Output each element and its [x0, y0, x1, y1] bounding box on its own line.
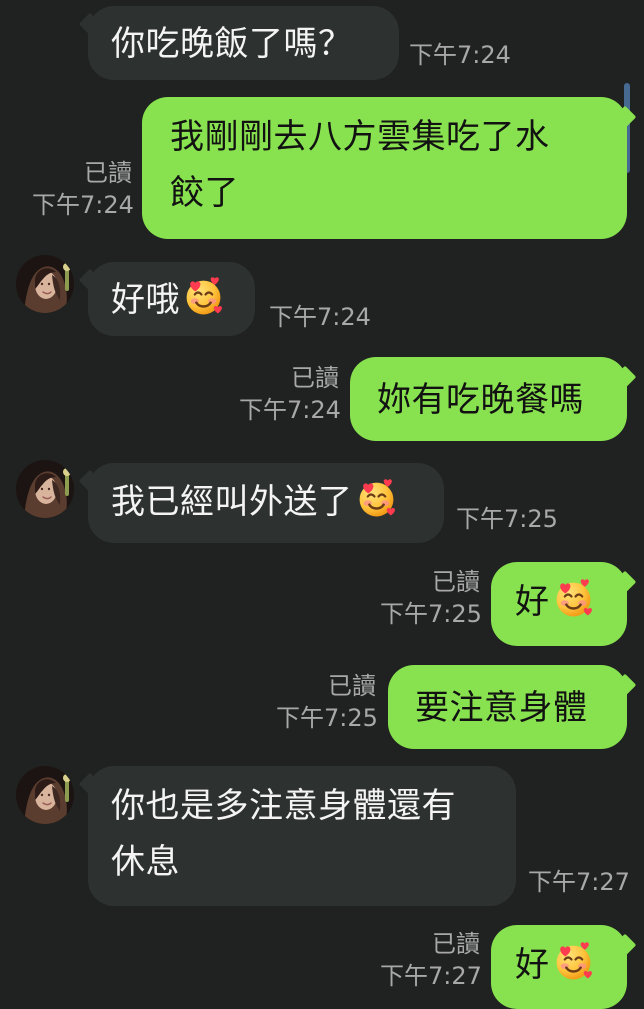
message-text: 我已經叫外送了	[111, 482, 353, 522]
outgoing-message-bubble[interactable]: 要注意身體	[388, 665, 627, 749]
smiling-face-with-hearts-icon	[553, 578, 594, 619]
timestamp-text: 下午7:25	[276, 704, 378, 732]
timestamp-text: 下午7:25	[456, 505, 558, 533]
timestamp: 下午7:24	[269, 305, 371, 329]
incoming-message-bubble[interactable]: 你吃晚飯了嗎？	[88, 6, 399, 80]
timestamp: 下午7:25	[456, 507, 558, 531]
timestamp: 下午7:27	[528, 870, 630, 894]
read-receipt: 已讀	[328, 672, 376, 700]
message-text: 你吃晚飯了嗎？	[111, 24, 353, 64]
incoming-message-bubble[interactable]: 好哦	[88, 262, 255, 336]
message-text-line-1: 我剛剛去八方雲集吃了水	[170, 117, 550, 157]
avatar[interactable]	[16, 255, 74, 313]
timestamp-text: 下午7:27	[528, 868, 630, 896]
message-content: 我已經叫外送了	[111, 472, 424, 533]
chat-screen: 你吃晚飯了嗎？ 下午7:24 已讀 下午7:24 我剛剛去八方雲集吃了水 餃了 …	[0, 0, 644, 1009]
avatar[interactable]	[16, 460, 74, 518]
message-text: 妳有吃晚餐嗎	[377, 380, 584, 420]
smiling-face-with-hearts-icon	[553, 941, 594, 982]
message-text: 好哦	[111, 280, 180, 320]
outgoing-message-bubble[interactable]: 妳有吃晚餐嗎	[350, 357, 627, 441]
timestamp-text: 下午7:25	[380, 600, 482, 628]
read-receipt: 已讀	[432, 568, 480, 596]
timestamp-text: 下午7:24	[409, 41, 511, 69]
smiling-face-with-hearts-icon	[356, 478, 397, 519]
message-text: 好	[515, 945, 550, 985]
read-timestamp-group: 已讀 下午7:24	[239, 364, 341, 424]
timestamp-text: 下午7:27	[380, 962, 482, 990]
read-receipt: 已讀	[84, 159, 132, 187]
read-timestamp-group: 已讀 下午7:27	[380, 930, 482, 990]
message-text-line-1: 你也是多注意身體還有	[111, 786, 456, 826]
message-text-line-2: 休息	[111, 842, 180, 882]
message-text: 要注意身體	[415, 688, 588, 728]
read-timestamp-group: 已讀 下午7:24	[32, 159, 134, 219]
timestamp: 下午7:24	[409, 43, 511, 67]
message-text: 好	[515, 582, 550, 622]
avatar[interactable]	[16, 766, 74, 824]
read-timestamp-group: 已讀 下午7:25	[380, 568, 482, 628]
outgoing-message-bubble[interactable]: 我剛剛去八方雲集吃了水 餃了	[142, 97, 627, 239]
message-text-line-2: 餃了	[170, 173, 239, 213]
smiling-face-with-hearts-icon	[183, 276, 224, 317]
timestamp-text: 下午7:24	[269, 303, 371, 331]
incoming-message-bubble[interactable]: 我已經叫外送了	[88, 463, 444, 543]
message-content: 好	[515, 572, 609, 633]
message-content: 好哦	[111, 270, 237, 331]
read-receipt: 已讀	[432, 930, 480, 958]
timestamp-text: 下午7:24	[239, 396, 341, 424]
incoming-message-bubble[interactable]: 你也是多注意身體還有 休息	[88, 766, 516, 906]
outgoing-message-bubble[interactable]: 好	[491, 925, 627, 1009]
message-content: 好	[515, 935, 609, 996]
outgoing-message-bubble[interactable]: 好	[491, 562, 627, 646]
timestamp-text: 下午7:24	[32, 191, 134, 219]
read-timestamp-group: 已讀 下午7:25	[276, 672, 378, 732]
read-receipt: 已讀	[291, 364, 339, 392]
